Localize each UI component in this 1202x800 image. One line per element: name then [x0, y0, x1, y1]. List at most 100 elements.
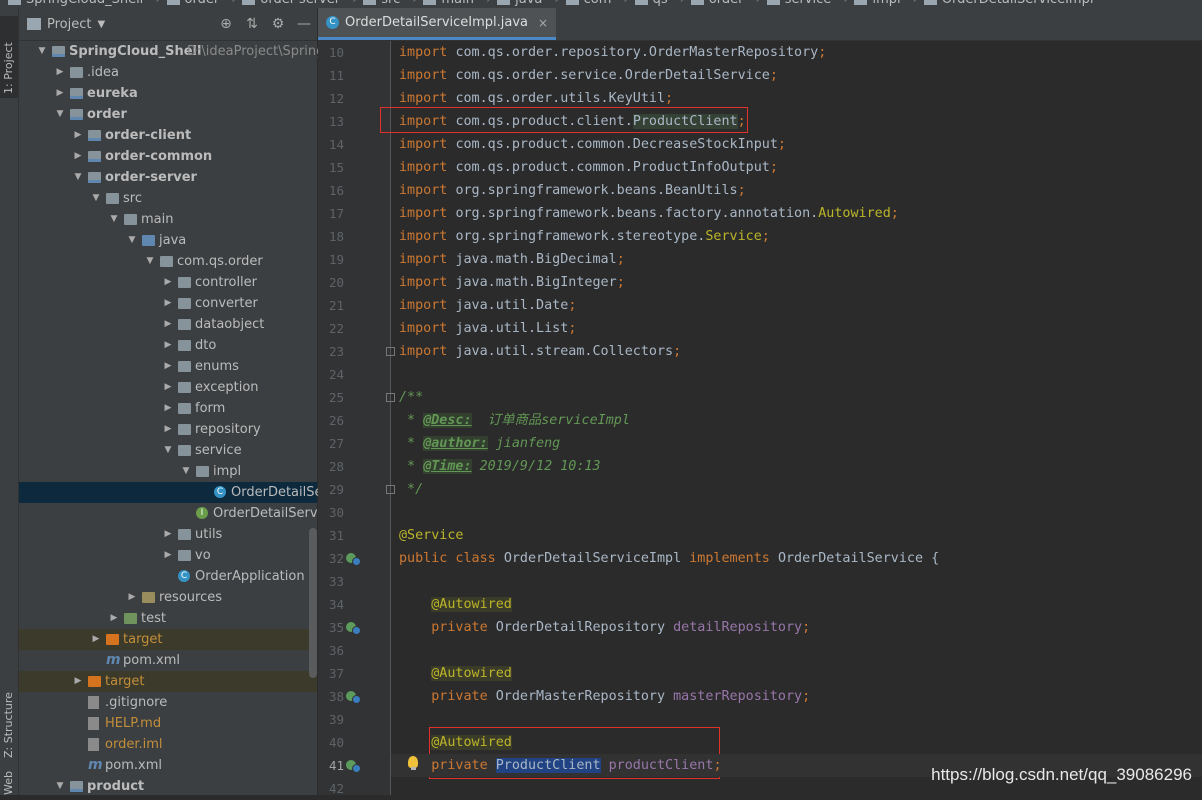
chevron-down-icon[interactable]: ▼: [55, 776, 65, 797]
collapse-all-icon[interactable]: ⇅: [239, 16, 265, 32]
chevron-right-icon[interactable]: ▶: [163, 398, 173, 419]
code-line[interactable]: import com.qs.order.repository.OrderMast…: [391, 41, 1202, 64]
code-editor[interactable]: import com.qs.order.repository.OrderMast…: [380, 41, 1202, 795]
chevron-down-icon[interactable]: ▼: [127, 230, 137, 251]
breadcrumb-item[interactable]: OrderDetailServiceImpl: [923, 0, 1093, 7]
code-line[interactable]: [391, 570, 1202, 593]
tree-item[interactable]: ▶ eureka: [19, 83, 317, 104]
gear-icon[interactable]: ⚙: [265, 16, 291, 32]
tree-item[interactable]: C OrderDetailServic: [19, 482, 346, 503]
code-line[interactable]: * @Desc: 订单商品serviceImpl: [391, 409, 1202, 432]
code-line[interactable]: private OrderDetailRepository detailRepo…: [391, 616, 1202, 639]
code-line[interactable]: @Service: [391, 524, 1202, 547]
tree-item[interactable]: ▶ enums: [19, 356, 317, 377]
tree-item[interactable]: ▼ order-server: [19, 167, 317, 188]
tree-item[interactable]: ▶ test: [19, 608, 317, 629]
tree-item[interactable]: .gitignore: [19, 692, 317, 713]
code-line[interactable]: * @Time: 2019/9/12 10:13: [391, 455, 1202, 478]
breadcrumb-item[interactable]: src: [363, 0, 400, 7]
implementation-marker-icon[interactable]: [346, 689, 361, 704]
tree-item[interactable]: order.iml: [19, 734, 317, 755]
chevron-right-icon[interactable]: ▶: [163, 419, 173, 440]
tab-orderdetailserviceimpl[interactable]: C OrderDetailServiceImpl.java ×: [318, 8, 557, 40]
code-line[interactable]: import java.util.List;: [391, 317, 1202, 340]
tree-item[interactable]: ▶ order-common: [19, 146, 317, 167]
tree-item[interactable]: ▼ service: [19, 440, 317, 461]
code-line[interactable]: @Autowired: [391, 662, 1202, 685]
chevron-right-icon[interactable]: ▶: [163, 545, 173, 566]
chevron-down-icon[interactable]: ▼: [55, 104, 65, 125]
project-view-selector[interactable]: Project: [47, 17, 91, 32]
code-line[interactable]: import java.math.BigDecimal;: [391, 248, 1202, 271]
chevron-down-icon[interactable]: ▼: [97, 19, 105, 30]
tree-item[interactable]: ▶ exception: [19, 377, 317, 398]
code-line[interactable]: import org.springframework.beans.BeanUti…: [391, 179, 1202, 202]
code-line[interactable]: [391, 501, 1202, 524]
chevron-right-icon[interactable]: ▶: [91, 629, 101, 650]
tree-item[interactable]: I OrderDetailService: [19, 503, 336, 524]
breadcrumb-item[interactable]: SpringCloud_Shell: [8, 0, 143, 7]
tree-item[interactable]: C OrderApplication: [19, 566, 317, 587]
tree-item[interactable]: ▶ order-client: [19, 125, 317, 146]
code-line[interactable]: import com.qs.product.common.DecreaseSto…: [391, 133, 1202, 156]
code-line[interactable]: /**: [391, 386, 1202, 409]
tree-item[interactable]: ▼ impl: [19, 461, 317, 482]
breadcrumb-item[interactable]: order: [166, 0, 219, 7]
code-line[interactable]: import java.math.BigInteger;: [391, 271, 1202, 294]
tree-item[interactable]: m pom.xml: [19, 650, 317, 671]
code-line[interactable]: import java.util.stream.Collectors;: [391, 340, 1202, 363]
tree-item[interactable]: ▶ utils: [19, 524, 317, 545]
tree-item[interactable]: HELP.md: [19, 713, 317, 734]
tree-item[interactable]: ▼ product: [19, 776, 317, 797]
chevron-right-icon[interactable]: ▶: [55, 83, 65, 104]
implementation-marker-icon[interactable]: [346, 758, 361, 773]
tree-item[interactable]: ▼ SpringCloud_Shell D:\ideaProject\SpringC…: [19, 41, 346, 62]
chevron-down-icon[interactable]: ▼: [181, 461, 191, 482]
hide-panel-icon[interactable]: —: [291, 16, 317, 32]
breadcrumb-item[interactable]: order-server: [242, 0, 340, 7]
chevron-right-icon[interactable]: ▶: [73, 671, 83, 692]
breadcrumb-item[interactable]: com: [565, 0, 611, 7]
code-line[interactable]: import java.util.Date;: [391, 294, 1202, 317]
implementation-marker-icon[interactable]: [346, 551, 361, 566]
chevron-right-icon[interactable]: ▶: [163, 377, 173, 398]
tree-item[interactable]: ▼ java: [19, 230, 317, 251]
chevron-right-icon[interactable]: ▶: [55, 62, 65, 83]
breadcrumb-item[interactable]: java: [497, 0, 542, 7]
chevron-right-icon[interactable]: ▶: [127, 587, 137, 608]
tree-item[interactable]: ▶ controller: [19, 272, 317, 293]
code-line[interactable]: import com.qs.order.utils.KeyUtil;: [391, 87, 1202, 110]
code-line[interactable]: [391, 639, 1202, 662]
breadcrumb-item[interactable]: impl: [854, 0, 901, 7]
tree-item[interactable]: ▶ target: [19, 629, 317, 650]
code-line[interactable]: import com.qs.product.client.ProductClie…: [391, 110, 1202, 133]
code-line[interactable]: @Autowired: [391, 731, 1202, 754]
code-line[interactable]: [391, 708, 1202, 731]
implementation-marker-icon[interactable]: [346, 620, 361, 635]
tree-item[interactable]: ▶ .idea: [19, 62, 317, 83]
tree-item[interactable]: ▶ dataobject: [19, 314, 317, 335]
tree-item[interactable]: ▶ target: [19, 671, 317, 692]
chevron-right-icon[interactable]: ▶: [163, 524, 173, 545]
tree-item[interactable]: m pom.xml: [19, 755, 317, 776]
close-icon[interactable]: ×: [538, 16, 548, 30]
code-line[interactable]: private OrderMasterRepository masterRepo…: [391, 685, 1202, 708]
line-number-gutter[interactable]: 10 11 12 13 14 15 16 17 18 19 20 21 22 23 24 25 26 27 28 29…: [318, 41, 395, 796]
lightbulb-icon[interactable]: [408, 756, 418, 770]
chevron-down-icon[interactable]: ▼: [91, 188, 101, 209]
code-line[interactable]: @Autowired: [391, 593, 1202, 616]
chevron-right-icon[interactable]: ▶: [73, 146, 83, 167]
structure-tool-tab[interactable]: Z: Structure: [0, 672, 18, 762]
breadcrumb-item[interactable]: main: [423, 0, 474, 7]
chevron-right-icon[interactable]: ▶: [163, 335, 173, 356]
code-line[interactable]: public class OrderDetailServiceImpl impl…: [391, 547, 1202, 570]
chevron-right-icon[interactable]: ▶: [163, 356, 173, 377]
tree-item[interactable]: ▶ form: [19, 398, 317, 419]
code-line[interactable]: import com.qs.product.common.ProductInfo…: [391, 156, 1202, 179]
breadcrumb-item[interactable]: qs: [634, 0, 668, 7]
chevron-right-icon[interactable]: ▶: [109, 608, 119, 629]
tree-item[interactable]: ▼ com.qs.order: [19, 251, 317, 272]
code-line[interactable]: * @author: jianfeng: [391, 432, 1202, 455]
tree-item[interactable]: ▼ src: [19, 188, 317, 209]
chevron-right-icon[interactable]: ▶: [163, 272, 173, 293]
